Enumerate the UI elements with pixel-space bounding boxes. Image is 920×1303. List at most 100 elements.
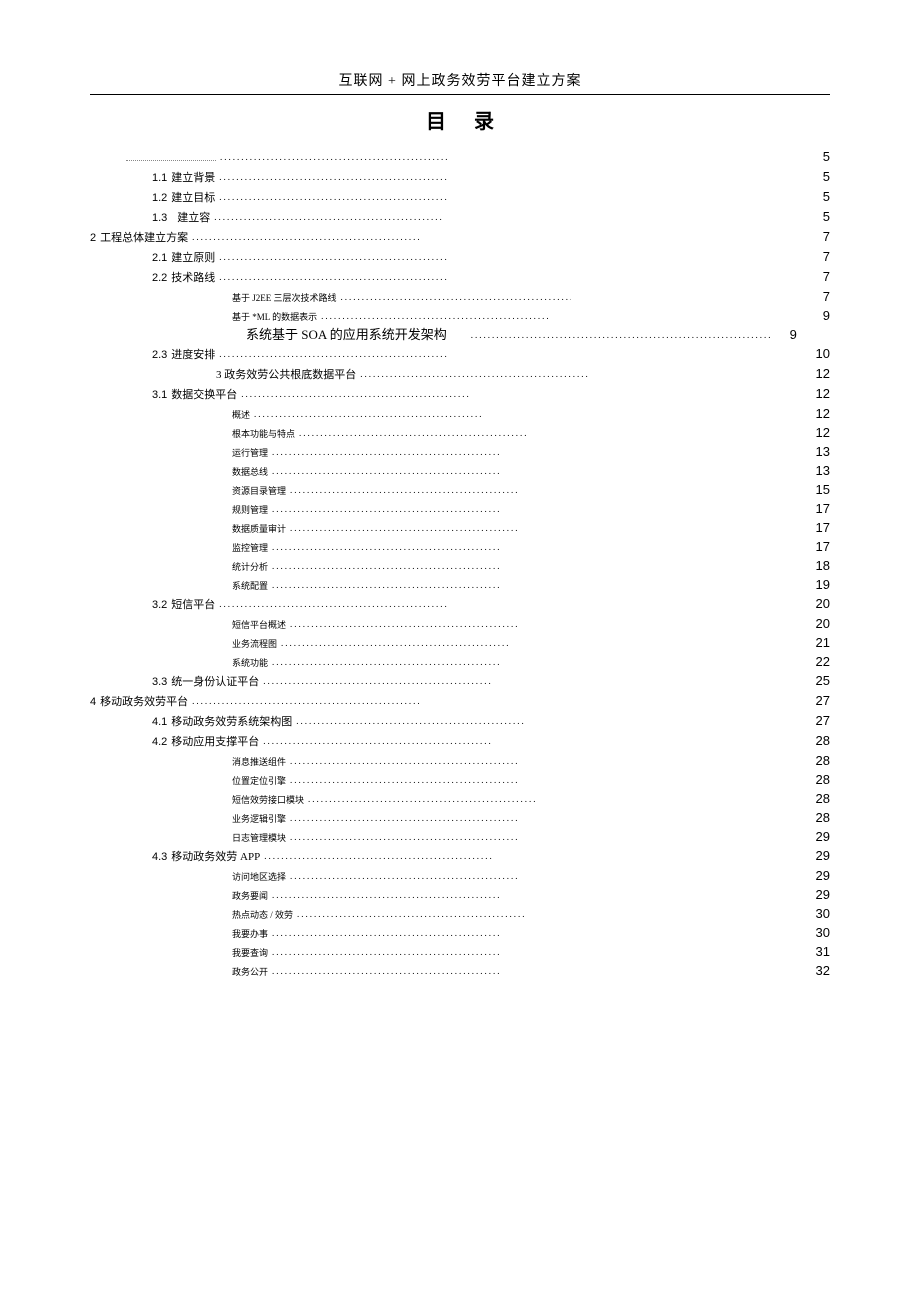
toc-entry-label: 4.3移动政务效劳 APP [90, 852, 264, 863]
toc-entry-number: 2.3 [152, 349, 167, 361]
toc-page-number: 28 [804, 773, 830, 786]
toc-page-number: 7 [804, 250, 830, 263]
toc-entry-label: 我要办事 [90, 930, 272, 939]
toc-entry-label: 业务流程图 [90, 640, 281, 649]
toc-entry-label: 统计分析 [90, 563, 272, 572]
toc-entry-text: 系统基于 SOA 的应用系统开发架构 [246, 327, 447, 342]
toc-row: 业务逻辑引擎..................................… [90, 811, 830, 824]
toc-entry-label: 政务要闻 [90, 892, 272, 901]
toc-entry-label: 数据质量审计 [90, 525, 290, 534]
toc-leader-dots: ........................................… [272, 543, 502, 552]
toc-leader-dots: ........................................… [290, 620, 520, 629]
toc-page-number: 28 [804, 734, 830, 747]
toc-heading: 目录 [90, 105, 830, 134]
toc-leader-dots: ........................................… [192, 233, 422, 242]
toc-entry-text: 移动应用支撑平台 [171, 736, 259, 748]
toc-row: 3 政务效劳公共根底数据平台..........................… [90, 367, 830, 381]
toc-page-number: 7 [804, 270, 830, 283]
toc-row: 短信平台概述..................................… [90, 617, 830, 630]
toc-row: 2.2技术路线.................................… [90, 270, 830, 284]
toc-entry-label: 4移动政务效劳平台 [90, 697, 192, 708]
toc-leader-dots: ........................................… [219, 350, 449, 359]
toc-entry-label: 系统基于 SOA 的应用系统开发架构 [90, 328, 451, 341]
toc-entry-text: 规则管理 [232, 505, 268, 515]
toc-entry-number: 3.2 [152, 599, 167, 611]
toc-entry-label: 热点动态 / 效劳 [90, 911, 297, 920]
toc-page-number: 29 [804, 888, 830, 901]
toc-row: 消息推送组件..................................… [90, 754, 830, 767]
toc-page-number: 27 [804, 714, 830, 727]
toc-row: 监控管理....................................… [90, 540, 830, 553]
toc-entry-label: 根本功能与特点 [90, 430, 299, 439]
toc-row: 运行管理....................................… [90, 445, 830, 458]
toc-page-number: 29 [804, 869, 830, 882]
toc-entry-text: 业务流程图 [232, 639, 277, 649]
toc-leader-dots: ........................................… [296, 717, 526, 726]
toc-row: 基于 *ML 的数据表示............................… [90, 309, 830, 322]
toc-row: 统计分析....................................… [90, 559, 830, 572]
toc-entry-label: 消息推送组件 [90, 758, 290, 767]
toc-row: 访问地区选择..................................… [90, 869, 830, 882]
toc-entry-text [126, 160, 216, 161]
toc-page-number: 12 [804, 426, 830, 439]
toc-entry-text: 系统配置 [232, 581, 268, 591]
toc-entry-text: 政务要闻 [232, 891, 268, 901]
toc-leader-dots: ........................................… [272, 467, 502, 476]
toc-leader-dots: ........................................… [254, 410, 484, 419]
toc-entry-text: 移动政务效劳 APP [171, 851, 260, 863]
toc-leader-dots: ........................................… [272, 581, 502, 590]
toc-entry-text: 运行管理 [232, 448, 268, 458]
toc-entry-number: 2 [90, 232, 96, 244]
toc-row: ........................................… [90, 150, 830, 164]
toc-entry-number: 1.2 [152, 192, 167, 204]
toc-page-number: 18 [804, 559, 830, 572]
toc-entry-text: 建立容 [177, 212, 210, 224]
toc-entry-label: 日志管理模块 [90, 834, 290, 843]
toc-entry-label: 基于 *ML 的数据表示 [90, 313, 321, 322]
toc-leader-dots: ........................................… [297, 910, 527, 919]
toc-entry-text: 建立目标 [171, 192, 215, 204]
toc-page-number: 5 [804, 150, 830, 163]
toc-leader-dots: ........................................… [219, 173, 449, 182]
toc-page-number: 5 [804, 170, 830, 183]
toc-leader-dots: ........................................… [290, 833, 520, 842]
toc-entry-text: 统一身份认证平台 [171, 676, 259, 688]
toc-entry-text: 业务逻辑引擎 [232, 814, 286, 824]
toc-entry-label: 监控管理 [90, 544, 272, 553]
toc-entry-label: 系统功能 [90, 659, 272, 668]
toc-page-number: 22 [804, 655, 830, 668]
toc-leader-dots: ........................................… [241, 390, 471, 399]
toc-entry-label: 1.3建立容 [90, 213, 214, 224]
toc-entry-text: 数据质量审计 [232, 524, 286, 534]
toc-entry-text: 数据总线 [232, 467, 268, 477]
toc-page-number: 30 [804, 926, 830, 939]
toc-entry-label: 短信效劳接口模块 [90, 796, 308, 805]
toc-entry-label: 4.2移动应用支撑平台 [90, 737, 263, 748]
toc-entry-label: 3.3统一身份认证平台 [90, 677, 263, 688]
toc-entry-text: 我要办事 [232, 929, 268, 939]
toc-leader-dots: ........................................… [290, 524, 520, 533]
toc-entry-label: 3 政务效劳公共根底数据平台 [90, 370, 360, 381]
toc-leader-dots: ........................................… [471, 331, 771, 340]
toc-row: 4移动政务效劳平台...............................… [90, 694, 830, 708]
toc-row: 系统功能....................................… [90, 655, 830, 668]
toc-entry-text: 短信效劳接口模块 [232, 795, 304, 805]
toc-leader-dots: ........................................… [290, 814, 520, 823]
toc-entry-label: 2.1建立原则 [90, 253, 219, 264]
toc-row: 热点动态 / 效劳...............................… [90, 907, 830, 920]
toc-entry-number: 1.1 [152, 172, 167, 184]
toc-leader-dots: ........................................… [321, 312, 551, 321]
toc-page-number: 17 [804, 521, 830, 534]
toc-leader-dots: ........................................… [272, 948, 502, 957]
toc-entry-label: 访问地区选择 [90, 873, 290, 882]
toc-entry-number: 2.2 [152, 272, 167, 284]
toc-entry-number: 2.1 [152, 252, 167, 264]
toc-leader-dots: ........................................… [308, 795, 538, 804]
toc-page-number: 9 [804, 309, 830, 322]
toc-row: 日志管理模块..................................… [90, 830, 830, 843]
toc-row: 我要办事....................................… [90, 926, 830, 939]
toc-row: 4.2移动应用支撑平台.............................… [90, 734, 830, 748]
toc-page-number: 19 [804, 578, 830, 591]
toc-entry-text: 消息推送组件 [232, 757, 286, 767]
toc-entry-label [90, 154, 220, 164]
